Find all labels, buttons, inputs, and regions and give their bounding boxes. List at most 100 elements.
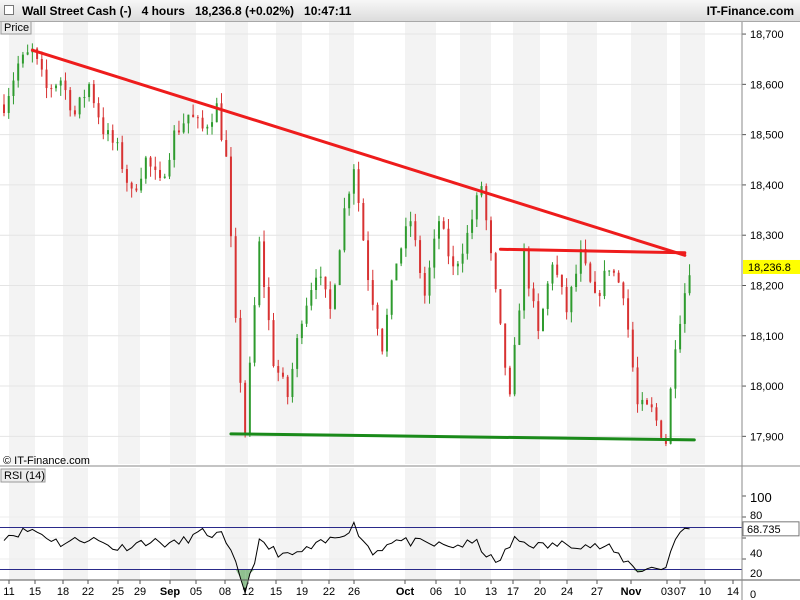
candle-body (192, 114, 195, 118)
candle-body (612, 270, 615, 273)
candle-body (357, 169, 360, 203)
candle[interactable] (248, 356, 251, 437)
candle-body (679, 323, 682, 350)
candle-body (466, 232, 469, 254)
date-tick-label: 29 (134, 586, 146, 598)
date-tick-label: 22 (82, 586, 94, 598)
candle-body (64, 80, 67, 91)
rsi-band (631, 468, 667, 580)
time-label: 10:47:11 (304, 4, 352, 18)
header-title: Wall Street Cash (-) 4 hours 18,236.8 (+… (22, 4, 351, 18)
candle[interactable] (234, 227, 237, 323)
candle[interactable] (395, 263, 398, 281)
candle[interactable] (258, 236, 261, 308)
candle-body (92, 84, 95, 104)
candle-body (244, 382, 247, 434)
candle-body (475, 195, 478, 220)
candle-body (395, 263, 398, 281)
candle[interactable] (333, 283, 336, 310)
candle[interactable] (523, 243, 526, 319)
candle[interactable] (253, 297, 256, 367)
header-checkbox[interactable] (4, 5, 14, 15)
candle-body (513, 344, 516, 395)
candle[interactable] (508, 365, 511, 397)
candle-body (144, 157, 147, 179)
candle[interactable] (239, 309, 242, 393)
candle-body (367, 240, 370, 281)
date-tick-label: 15 (270, 586, 282, 598)
candle[interactable] (419, 235, 422, 279)
candle-body (3, 104, 5, 114)
candle-body (523, 249, 526, 311)
candle-body (447, 228, 450, 257)
candle[interactable] (513, 337, 516, 397)
candle[interactable] (272, 312, 275, 368)
candle-body (111, 130, 114, 143)
candle-body (7, 95, 10, 114)
candle-body (381, 328, 384, 352)
candle[interactable] (494, 251, 497, 293)
candle[interactable] (660, 419, 663, 439)
current-price-label: 18,236.8 (748, 262, 791, 274)
candle[interactable] (400, 247, 403, 267)
instrument-name: Wall Street Cash (-) (22, 4, 132, 18)
rsi-panel-label: RSI (14) (0, 468, 46, 483)
candle-body (352, 169, 355, 194)
price-tick-label: 18,100 (750, 331, 784, 343)
candle-body (263, 241, 266, 288)
candle-body (50, 88, 53, 90)
candle-body (565, 286, 568, 313)
candle-body (329, 289, 332, 309)
candle-body (97, 103, 100, 118)
rsi-tick-label: 80 (750, 510, 762, 522)
candle[interactable] (338, 249, 341, 286)
candle-body (187, 114, 190, 124)
candle-body (646, 399, 649, 405)
candle-body (83, 97, 86, 99)
candle[interactable] (504, 323, 507, 376)
date-tick-label: 17 (507, 586, 519, 598)
candle-body (102, 117, 105, 135)
candle-body (225, 140, 228, 157)
date-tick-label: 25 (112, 586, 124, 598)
candle-body (688, 275, 691, 294)
date-tick-label: 15 (29, 586, 41, 598)
candle-body (319, 276, 322, 278)
candle-body (310, 290, 313, 306)
candle-body (541, 308, 544, 332)
price-panel-background (0, 22, 742, 464)
rsi-band (567, 468, 597, 580)
candle-body (579, 249, 582, 274)
candle-body (229, 156, 232, 237)
candle[interactable] (381, 327, 384, 355)
candle[interactable] (390, 279, 393, 320)
rsi-axis: 10080604020068.735 (742, 490, 800, 600)
candle[interactable] (541, 307, 544, 332)
candle-body (315, 277, 318, 291)
date-tick-label: 07 (674, 586, 686, 598)
date-tick-label: 24 (561, 586, 573, 598)
candle[interactable] (499, 289, 502, 326)
price-band (118, 22, 140, 464)
candle[interactable] (589, 261, 592, 284)
candle-body (163, 176, 166, 178)
candle-body (660, 420, 663, 438)
candle-body (527, 249, 530, 289)
candle-body (570, 286, 573, 313)
candle-body (159, 169, 162, 178)
candle-body (239, 317, 242, 383)
candle[interactable] (385, 308, 388, 357)
price-tick-label: 17,900 (750, 431, 784, 443)
price-band (63, 22, 88, 464)
price-band (513, 22, 540, 464)
candle-body (546, 283, 549, 309)
candle[interactable] (229, 147, 232, 248)
price-and-rsi-chart[interactable]: 17,900 18,000 18,100 18,200 18,300 18,400 18,5… (0, 22, 800, 600)
date-tick-label: 05 (190, 586, 202, 598)
price-band (460, 22, 491, 464)
candle-body (196, 117, 199, 119)
candle[interactable] (362, 198, 365, 241)
candle[interactable] (244, 380, 247, 438)
candle-body (603, 270, 606, 297)
candle[interactable] (669, 387, 672, 445)
